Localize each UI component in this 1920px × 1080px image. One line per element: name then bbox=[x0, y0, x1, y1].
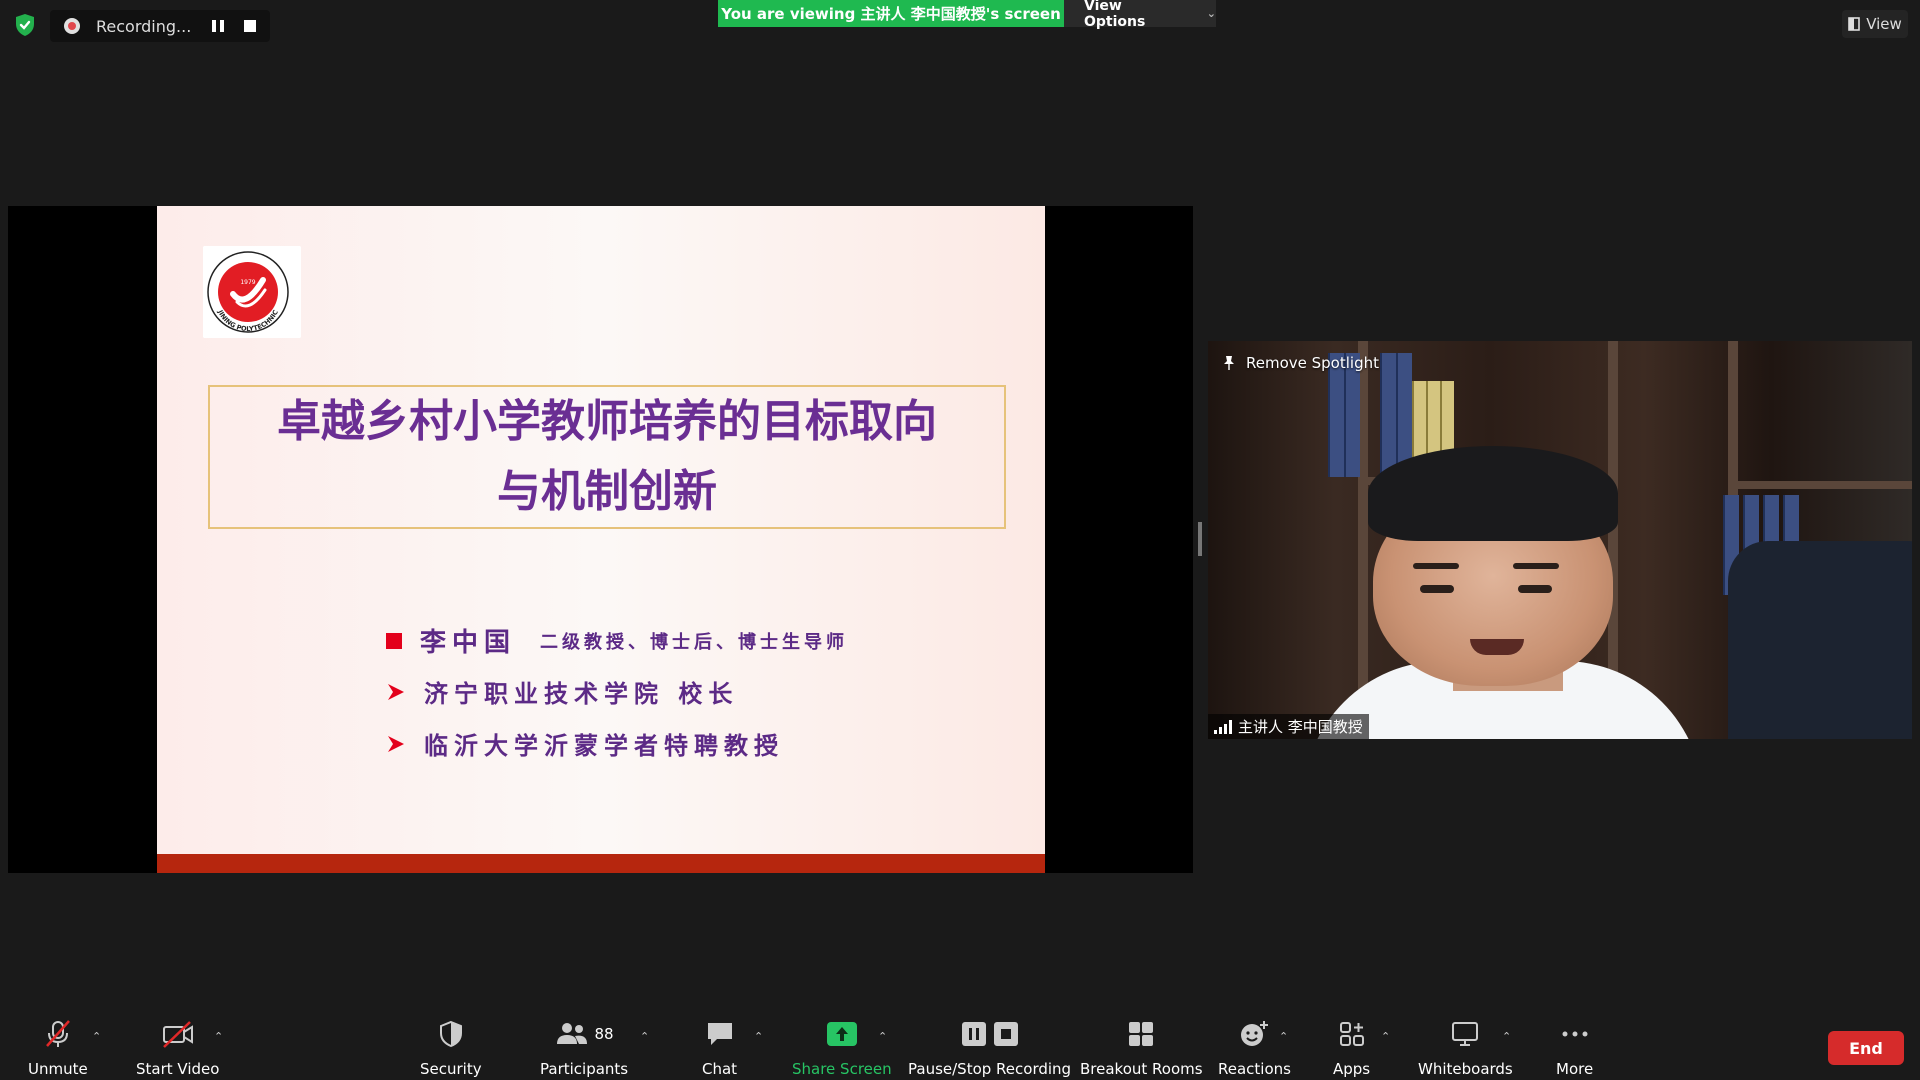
pause-recording-icon[interactable] bbox=[212, 20, 224, 32]
presenter-name: 李中国 bbox=[420, 628, 517, 658]
breakout-rooms-grid-icon bbox=[1129, 1022, 1154, 1046]
remove-spotlight-label: Remove Spotlight bbox=[1246, 354, 1379, 372]
security-shield-icon[interactable] bbox=[12, 12, 38, 38]
pause-icon bbox=[961, 1022, 986, 1046]
slide-title-line-2: 与机制创新 bbox=[497, 466, 717, 517]
bullet-text: 济宁职业技术学院 校长 bbox=[424, 679, 739, 708]
apps-options-chevron-icon[interactable]: ⌃ bbox=[1381, 1030, 1390, 1043]
stop-recording-icon[interactable] bbox=[244, 20, 256, 32]
chat-label: Chat bbox=[702, 1060, 738, 1078]
end-meeting-button[interactable]: End bbox=[1828, 1031, 1904, 1065]
view-layout-icon bbox=[1848, 17, 1860, 31]
start-video-label: Start Video bbox=[136, 1060, 220, 1078]
logo-year: 1979 bbox=[240, 279, 255, 286]
speaker-name-label: 主讲人 李中国教授 bbox=[1238, 718, 1363, 736]
stop-icon bbox=[993, 1022, 1018, 1046]
more-label: More bbox=[1556, 1060, 1594, 1078]
viewing-screen-banner: You are viewing 主讲人 李中国教授's screen bbox=[718, 0, 1064, 27]
shield-icon bbox=[439, 1020, 462, 1048]
speaker-video-tile[interactable] bbox=[1208, 341, 1912, 739]
microphone-muted-icon bbox=[45, 1020, 70, 1047]
breakout-rooms-label: Breakout Rooms bbox=[1080, 1060, 1203, 1078]
office-chair bbox=[1728, 541, 1912, 739]
slide-bullet-1: 李中国 二级教授、博士后、博士生导师 bbox=[386, 622, 848, 659]
speaker-name-tag: 主讲人 李中国教授 bbox=[1208, 714, 1369, 739]
audio-options-chevron-icon[interactable]: ⌃ bbox=[92, 1030, 101, 1043]
participants-options-chevron-icon[interactable]: ⌃ bbox=[640, 1030, 649, 1043]
participants-label: Participants bbox=[540, 1060, 629, 1078]
speaker-eye bbox=[1518, 585, 1552, 593]
view-label: View bbox=[1866, 15, 1902, 33]
security-label: Security bbox=[420, 1060, 482, 1078]
speaker-mouth bbox=[1470, 639, 1524, 655]
share-screen-arrow-icon bbox=[826, 1022, 857, 1046]
whiteboards-button[interactable]: Whiteboards bbox=[1418, 1018, 1513, 1078]
arrow-bullet-icon bbox=[388, 683, 404, 700]
apps-label: Apps bbox=[1333, 1060, 1371, 1078]
recording-indicator: Recording... bbox=[50, 10, 270, 42]
more-dots-icon bbox=[1562, 1031, 1588, 1037]
video-options-chevron-icon[interactable]: ⌃ bbox=[214, 1030, 223, 1043]
more-button[interactable]: More bbox=[1556, 1018, 1593, 1078]
reactions-options-chevron-icon[interactable]: ⌃ bbox=[1279, 1030, 1288, 1043]
view-button[interactable]: View bbox=[1842, 10, 1908, 38]
pause-stop-recording-label: Pause/Stop Recording bbox=[908, 1060, 1072, 1078]
presenter-titles: 二级教授、博士后、博士生导师 bbox=[540, 631, 849, 653]
slide-title-box: 卓越乡村小学教师培养的目标取向 与机制创新 bbox=[208, 385, 1006, 529]
reactions-label: Reactions bbox=[1218, 1060, 1291, 1078]
participants-icon bbox=[556, 1023, 587, 1044]
video-camera-off-icon bbox=[162, 1021, 193, 1048]
speaker-eye bbox=[1420, 585, 1454, 593]
slide-bullet-3: 临沂大学沂蒙学者特聘教授 bbox=[386, 726, 784, 761]
chevron-down-icon: ⌄ bbox=[1206, 7, 1216, 20]
apps-icon bbox=[1339, 1022, 1364, 1046]
security-button[interactable]: Security bbox=[420, 1018, 482, 1078]
arrow-bullet-icon bbox=[388, 735, 404, 752]
slide-bullet-2: 济宁职业技术学院 校长 bbox=[386, 674, 738, 709]
pause-stop-recording-button[interactable]: Pause/Stop Recording bbox=[908, 1018, 1071, 1078]
pin-icon bbox=[1224, 356, 1234, 370]
whiteboard-icon bbox=[1452, 1022, 1479, 1046]
whiteboards-label: Whiteboards bbox=[1418, 1060, 1513, 1078]
whiteboards-options-chevron-icon[interactable]: ⌃ bbox=[1502, 1030, 1511, 1043]
speaker-brow bbox=[1513, 563, 1559, 569]
chat-options-chevron-icon[interactable]: ⌃ bbox=[754, 1030, 763, 1043]
breakout-rooms-button[interactable]: Breakout Rooms bbox=[1080, 1018, 1203, 1078]
jining-polytechnic-logo: 1979 JINING POLYTECHNIC bbox=[203, 246, 301, 338]
binder bbox=[1380, 353, 1396, 477]
slide-bottom-bar bbox=[157, 854, 1045, 873]
signal-strength-icon bbox=[1214, 719, 1232, 734]
unmute-label: Unmute bbox=[28, 1060, 88, 1078]
slide-title-line-1: 卓越乡村小学教师培养的目标取向 bbox=[277, 395, 937, 447]
unmute-button[interactable]: Unmute bbox=[28, 1018, 88, 1078]
share-screen-label: Share Screen bbox=[792, 1060, 892, 1078]
bullet-text: 临沂大学沂蒙学者特聘教授 bbox=[424, 731, 784, 760]
smiley-reaction-icon bbox=[1241, 1021, 1269, 1046]
view-options-label: View Options bbox=[1084, 0, 1146, 30]
participants-count: 88 bbox=[594, 1025, 614, 1043]
reactions-button[interactable]: Reactions bbox=[1218, 1018, 1291, 1078]
shelf bbox=[1738, 481, 1912, 489]
participants-button[interactable]: 88 Participants bbox=[540, 1018, 628, 1078]
apps-button[interactable]: Apps bbox=[1333, 1018, 1370, 1078]
recording-label: Recording... bbox=[96, 16, 192, 36]
chat-button[interactable]: Chat bbox=[702, 1018, 737, 1078]
share-options-chevron-icon[interactable]: ⌃ bbox=[878, 1030, 887, 1043]
red-square-bullet-icon bbox=[386, 632, 402, 649]
chat-bubble-icon bbox=[707, 1023, 732, 1045]
panel-splitter-handle[interactable] bbox=[1198, 522, 1202, 556]
remove-spotlight-button[interactable]: Remove Spotlight bbox=[1222, 354, 1379, 372]
recording-dot-icon bbox=[64, 18, 80, 34]
view-options-button[interactable]: View Options ⌄ bbox=[1064, 0, 1216, 30]
share-screen-button[interactable]: Share Screen bbox=[792, 1018, 892, 1078]
speaker-brow bbox=[1413, 563, 1459, 569]
start-video-button[interactable]: Start Video bbox=[136, 1018, 219, 1078]
speaker-hair bbox=[1368, 446, 1618, 541]
